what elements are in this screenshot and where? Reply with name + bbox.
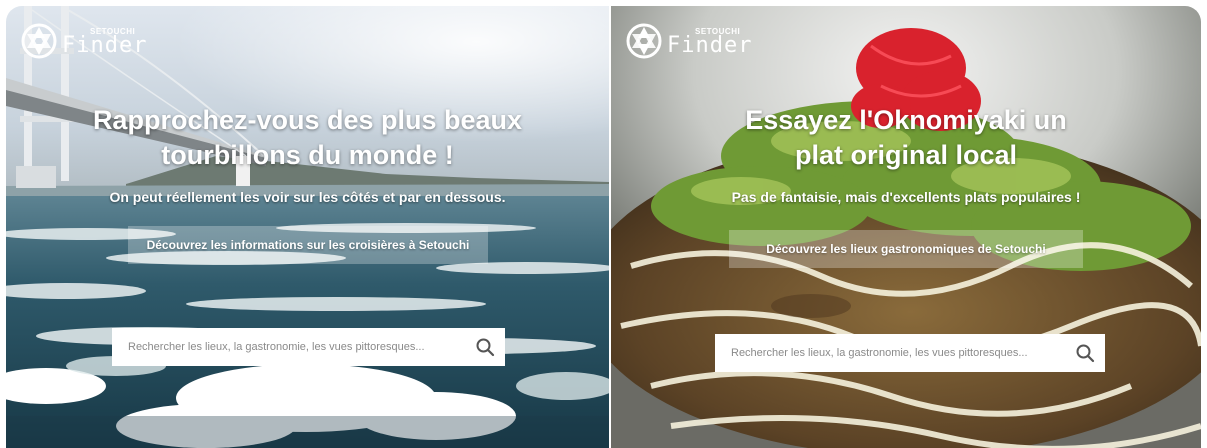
panel-subtitle: Pas de fantaisie, mais d'excellents plat… bbox=[731, 189, 1081, 205]
search-bar bbox=[715, 334, 1105, 372]
search-input[interactable] bbox=[715, 334, 1065, 372]
panel-subtitle: On peut réellement les voir sur les côté… bbox=[109, 189, 506, 205]
promo-banner-pair: SETOUCHI Finder Rapprochez-vous des plus… bbox=[0, 0, 1207, 448]
cruise-info-button[interactable]: Découvrez les informations sur les crois… bbox=[128, 226, 488, 264]
panel-headline: Essayez l'Oknomiyaki un plat original lo… bbox=[745, 105, 1067, 170]
aperture-logo-icon bbox=[21, 23, 57, 59]
promo-panel-whirlpools: SETOUCHI Finder Rapprochez-vous des plus… bbox=[6, 6, 609, 448]
logo-text: SETOUCHI Finder bbox=[667, 22, 757, 60]
search-icon[interactable] bbox=[465, 328, 505, 366]
logo-big-text: Finder bbox=[667, 33, 753, 58]
setouchi-finder-logo[interactable]: SETOUCHI Finder bbox=[20, 22, 152, 60]
okonomiyaki-photo bbox=[611, 6, 1201, 448]
search-input[interactable] bbox=[112, 328, 465, 366]
logo-text: SETOUCHI Finder bbox=[62, 22, 152, 60]
promo-panel-okonomiyaki: SETOUCHI Finder Essayez l'Oknomiyaki un … bbox=[611, 6, 1201, 448]
search-icon[interactable] bbox=[1065, 334, 1105, 372]
panel-headline: Rapprochez-vous des plus beaux tourbillo… bbox=[92, 105, 523, 170]
logo-big-text: Finder bbox=[62, 33, 148, 58]
setouchi-finder-logo[interactable]: SETOUCHI Finder bbox=[625, 22, 757, 60]
aperture-logo-icon bbox=[626, 23, 662, 59]
gastronomy-places-button[interactable]: Découvrez les lieux gastronomiques de Se… bbox=[729, 230, 1083, 268]
search-bar bbox=[112, 328, 505, 366]
